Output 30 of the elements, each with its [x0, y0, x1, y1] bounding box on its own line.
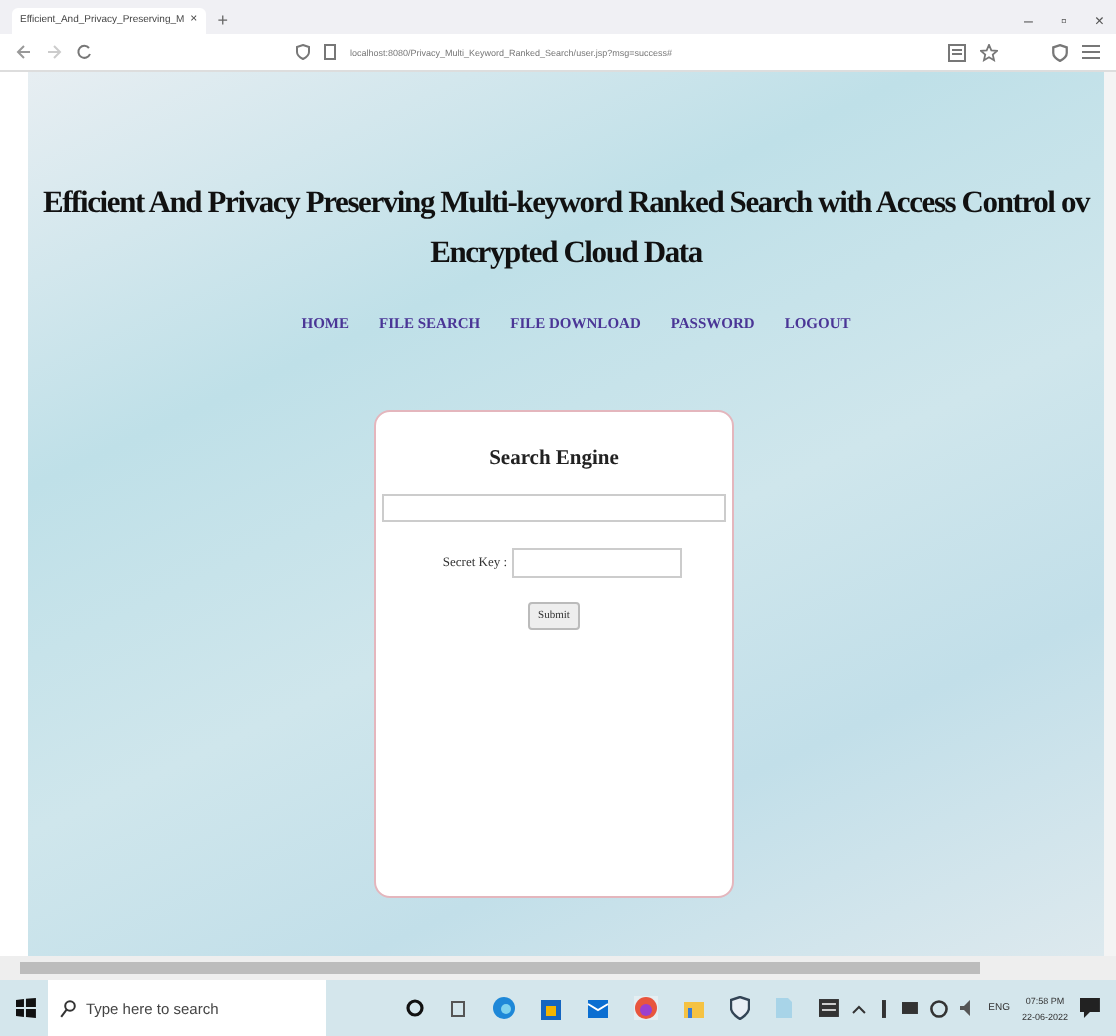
window-control[interactable]: ▫ — [1060, 11, 1067, 29]
chevron-up-icon[interactable] — [852, 1003, 867, 1013]
cortana-icon[interactable] — [406, 998, 425, 1018]
page-title: Efficient And Privacy Preserving Multi-keyword Ranked Search with Access Control ov Encrypted Cloud Data — [42, 184, 1090, 274]
star-icon[interactable] — [980, 43, 998, 61]
store-icon[interactable] — [540, 996, 563, 1020]
new-tab-button[interactable]: + — [217, 10, 228, 30]
notification-icon[interactable] — [1080, 996, 1100, 1020]
window-control[interactable]: × — [1094, 11, 1104, 29]
task-view-icon[interactable] — [448, 999, 469, 1017]
shield-icon — [296, 44, 310, 60]
horizontal-scrollbar[interactable] — [0, 956, 1116, 980]
page-icon — [324, 44, 336, 60]
window-control[interactable]: – — [1024, 11, 1033, 29]
back-icon[interactable] — [16, 44, 32, 60]
menu-icon[interactable] — [1082, 44, 1100, 60]
shield-icon[interactable] — [1052, 43, 1068, 61]
windows-start-icon[interactable] — [16, 998, 36, 1018]
browser-icon[interactable] — [492, 996, 517, 1020]
search-icon — [59, 999, 76, 1017]
secret-key-field[interactable] — [511, 548, 682, 578]
form-heading: Search Engine — [489, 448, 619, 470]
reload-icon[interactable] — [76, 44, 92, 60]
mail-icon[interactable] — [586, 996, 611, 1020]
reader-icon[interactable] — [948, 43, 966, 61]
keyboard-icon[interactable] — [818, 998, 841, 1018]
shield-icon[interactable] — [730, 996, 751, 1020]
vertical-scrollbar[interactable] — [1104, 72, 1116, 956]
search-field[interactable] — [382, 494, 726, 522]
folder-icon[interactable] — [682, 997, 707, 1019]
